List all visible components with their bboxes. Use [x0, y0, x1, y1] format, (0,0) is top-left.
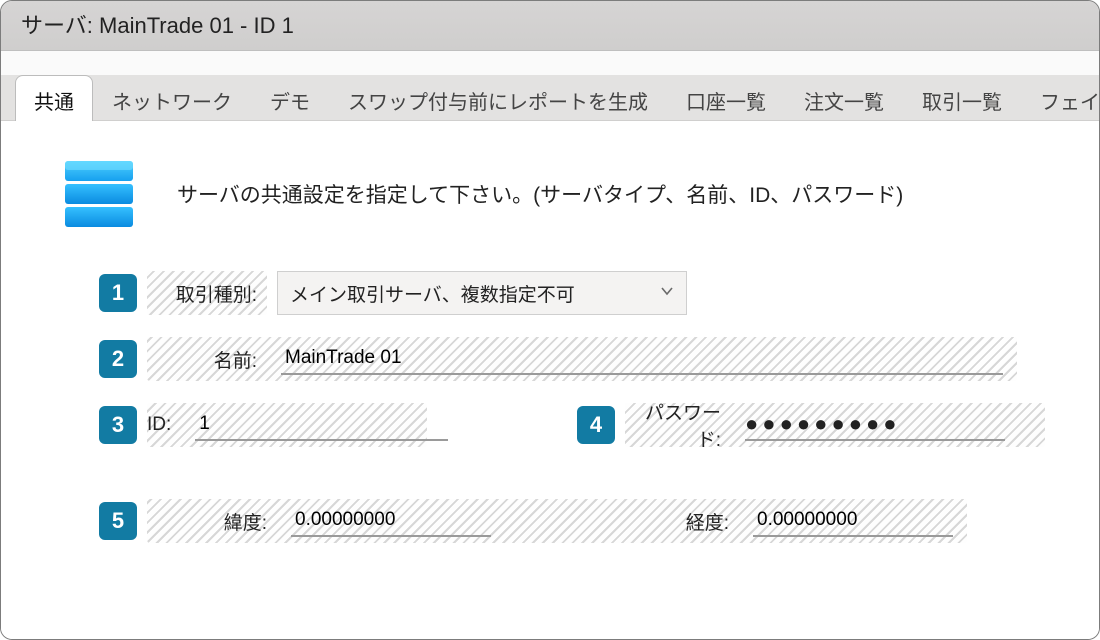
window: サーバ: MainTrade 01 - ID 1 共通 ネットワーク デモ スワ…: [0, 0, 1100, 640]
row-lat-lon: 5 緯度: 経度:: [99, 499, 1069, 543]
id-field[interactable]: [195, 409, 448, 441]
badge-1: 1: [99, 274, 137, 312]
tab-content-common: サーバの共通設定を指定して下さい。(サーバタイプ、名前、ID、パスワード) 1 …: [1, 121, 1099, 639]
tab-orders[interactable]: 注文一覧: [785, 75, 903, 120]
label-password: パスワード:: [625, 398, 731, 452]
label-longitude: 経度:: [669, 508, 739, 535]
tab-common[interactable]: 共通: [15, 75, 93, 121]
row-trade-type: 1 取引種別: メイン取引サーバ、複数指定不可: [99, 271, 1069, 315]
label-latitude: 緯度:: [147, 508, 277, 535]
badge-2: 2: [99, 340, 137, 378]
trade-type-dropdown[interactable]: メイン取引サーバ、複数指定不可: [277, 271, 687, 315]
tab-accounts[interactable]: 口座一覧: [667, 75, 785, 120]
password-field[interactable]: ●●●●●●●●●: [745, 409, 1005, 441]
intro-text: サーバの共通設定を指定して下さい。(サーバタイプ、名前、ID、パスワード): [177, 179, 903, 209]
badge-5: 5: [99, 502, 137, 540]
chevron-down-icon: [660, 282, 674, 304]
server-icon: [61, 157, 137, 231]
label-name: 名前:: [147, 346, 267, 373]
trade-type-value: メイン取引サーバ、複数指定不可: [290, 280, 575, 307]
row-id-password: 3 ID: 4 パスワード: ●●●●●●●●●: [99, 403, 1069, 447]
tab-network[interactable]: ネットワーク: [93, 75, 251, 120]
window-title: サーバ: MainTrade 01 - ID 1: [1, 1, 1099, 51]
name-field[interactable]: [281, 343, 1003, 375]
longitude-field[interactable]: [753, 505, 953, 537]
tab-bar: 共通 ネットワーク デモ スワップ付与前にレポートを生成 口座一覧 注文一覧 取…: [1, 75, 1099, 121]
row-name: 2 名前:: [99, 337, 1069, 381]
tab-swap-report[interactable]: スワップ付与前にレポートを生成: [329, 75, 667, 120]
tab-demo[interactable]: デモ: [251, 75, 329, 120]
tab-failover[interactable]: フェイ: [1021, 75, 1100, 120]
latitude-field[interactable]: [291, 505, 491, 537]
badge-4: 4: [577, 406, 615, 444]
label-trade-type: 取引種別:: [147, 271, 267, 315]
label-id: ID:: [147, 414, 181, 436]
tab-trades[interactable]: 取引一覧: [903, 75, 1021, 120]
badge-3: 3: [99, 406, 137, 444]
